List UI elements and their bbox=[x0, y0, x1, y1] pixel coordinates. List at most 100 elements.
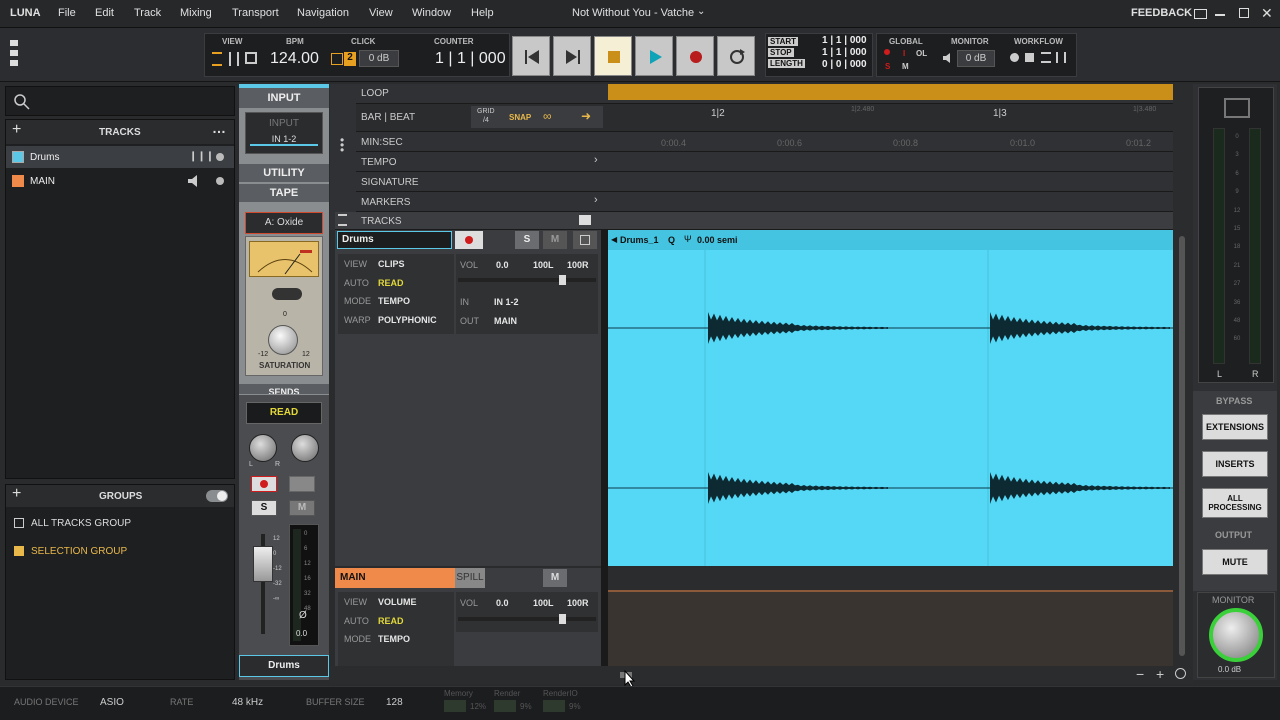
bpm-value[interactable]: 124.00 bbox=[270, 50, 319, 68]
tracks-menu-icon[interactable] bbox=[338, 214, 347, 226]
groups-toggle[interactable] bbox=[206, 490, 228, 502]
clip-quantize[interactable]: Q bbox=[668, 235, 675, 245]
global-ol-button[interactable]: OL bbox=[916, 49, 927, 58]
clip-name[interactable]: Drums_1 bbox=[620, 235, 659, 245]
view-value[interactable]: VOLUME bbox=[378, 597, 417, 607]
monitor-volume[interactable]: 0 dB bbox=[957, 50, 995, 67]
click-volume[interactable]: 0 dB bbox=[359, 50, 399, 67]
record-button[interactable] bbox=[676, 36, 714, 76]
workflow-list-icon[interactable] bbox=[1041, 52, 1051, 63]
volume-slider-handle[interactable] bbox=[559, 275, 566, 285]
track-name-field[interactable]: Drums bbox=[337, 231, 452, 249]
sidebar-toggle-icon[interactable] bbox=[10, 40, 18, 70]
track-record-button[interactable] bbox=[455, 231, 483, 249]
tape-plugin-slot[interactable]: A: Oxide bbox=[245, 212, 323, 234]
link-icon[interactable]: ∞ bbox=[543, 109, 552, 123]
play-button[interactable] bbox=[635, 36, 673, 76]
output-mute-button[interactable]: MUTE bbox=[1202, 549, 1268, 575]
view-mixer-icon[interactable] bbox=[229, 52, 239, 66]
volume-slider-handle[interactable] bbox=[559, 614, 566, 624]
audio-clip[interactable]: ◀ Drums_1 Q Ψ 0.00 semi bbox=[608, 230, 1173, 566]
menu-view[interactable]: View bbox=[369, 7, 393, 19]
track-record-button[interactable] bbox=[251, 476, 277, 492]
forward-button[interactable] bbox=[553, 36, 591, 76]
stop-button[interactable] bbox=[594, 36, 632, 76]
menu-navigation[interactable]: Navigation bbox=[297, 7, 349, 19]
track-visibility-dot[interactable] bbox=[216, 153, 224, 161]
workflow-grid-icon[interactable] bbox=[1025, 53, 1034, 62]
clip-pitch[interactable]: 0.00 semi bbox=[697, 235, 738, 245]
fader-value[interactable]: 0.0 bbox=[296, 629, 307, 638]
metronome-icon[interactable] bbox=[331, 53, 343, 65]
markers-ruler[interactable]: MARKERS › bbox=[356, 192, 1173, 212]
track-input-button[interactable] bbox=[289, 476, 315, 492]
chevron-down-icon[interactable]: ⌄ bbox=[697, 6, 705, 17]
ruler-menu-icon[interactable]: • • • bbox=[340, 134, 344, 156]
menu-mixing[interactable]: Mixing bbox=[180, 7, 212, 19]
vol-value[interactable]: 0.0 bbox=[496, 598, 509, 608]
feedback-button[interactable]: FEEDBACK bbox=[1131, 7, 1192, 19]
mute-button[interactable]: M bbox=[543, 569, 567, 587]
volume-slider[interactable] bbox=[458, 617, 596, 621]
solo-button[interactable]: S bbox=[251, 500, 277, 516]
spill-button[interactable]: SPILL bbox=[455, 568, 485, 588]
length-value[interactable]: 0 | 0 | 000 bbox=[822, 59, 867, 70]
audio-device-value[interactable]: ASIO bbox=[100, 697, 124, 708]
grid-value[interactable]: /4 bbox=[483, 117, 489, 124]
menu-edit[interactable]: Edit bbox=[95, 7, 114, 19]
pan-left-value[interactable]: 100L bbox=[533, 598, 554, 608]
monitor-knob[interactable] bbox=[1209, 608, 1263, 662]
mode-value[interactable]: TEMPO bbox=[378, 634, 410, 644]
tuning-fork-icon[interactable]: Ψ bbox=[684, 234, 692, 244]
more-options-icon[interactable]: … bbox=[212, 120, 226, 136]
tempo-ruler[interactable]: TEMPO › bbox=[356, 152, 1173, 172]
pan-right-value[interactable]: 100R bbox=[567, 598, 589, 608]
global-record-icon[interactable] bbox=[884, 49, 890, 55]
add-track-button[interactable]: + bbox=[12, 121, 21, 139]
input-value[interactable]: IN 1-2 bbox=[250, 134, 318, 146]
vol-value[interactable]: 0.0 bbox=[496, 260, 509, 270]
menu-help[interactable]: Help bbox=[471, 7, 494, 19]
track-height-icon[interactable] bbox=[579, 215, 591, 225]
zoom-in-icon[interactable]: + bbox=[1156, 666, 1164, 682]
pan-right-knob[interactable] bbox=[291, 434, 319, 462]
auto-value[interactable]: READ bbox=[378, 278, 404, 288]
warp-value[interactable]: POLYPHONIC bbox=[378, 315, 437, 325]
rewind-button[interactable] bbox=[512, 36, 550, 76]
pan-left-value[interactable]: 100L bbox=[533, 260, 554, 270]
bypass-all-processing-button[interactable]: ALL PROCESSING bbox=[1202, 488, 1268, 518]
view-value[interactable]: CLIPS bbox=[378, 259, 405, 269]
track-list-item[interactable]: MAIN bbox=[6, 170, 234, 192]
bypass-extensions-button[interactable]: EXTENSIONS bbox=[1202, 414, 1268, 440]
feedback-icon[interactable] bbox=[1194, 9, 1207, 19]
bypass-inserts-button[interactable]: INSERTS bbox=[1202, 451, 1268, 477]
output-value[interactable]: MAIN bbox=[494, 316, 517, 326]
add-group-button[interactable]: + bbox=[12, 485, 21, 503]
loop-button[interactable] bbox=[717, 36, 755, 76]
menu-transport[interactable]: Transport bbox=[232, 7, 279, 19]
click-count[interactable]: 2 bbox=[344, 52, 356, 66]
horizontal-scrollbar[interactable]: − + bbox=[330, 666, 1193, 684]
input-value[interactable]: IN 1-2 bbox=[494, 297, 519, 307]
group-list-item[interactable]: ALL TRACKS GROUP bbox=[6, 513, 234, 535]
global-solo-button[interactable]: S bbox=[885, 62, 890, 71]
mode-value[interactable]: TEMPO bbox=[378, 296, 410, 306]
volume-fader[interactable] bbox=[253, 546, 273, 582]
global-mute-button[interactable]: M bbox=[902, 62, 909, 71]
pan-right-value[interactable]: 100R bbox=[567, 260, 589, 270]
loop-region[interactable] bbox=[608, 84, 1173, 100]
follow-arrow-icon[interactable]: ➜ bbox=[581, 109, 591, 123]
menu-file[interactable]: File bbox=[58, 7, 76, 19]
phase-invert-button[interactable]: Ø bbox=[299, 610, 307, 621]
track-list-item[interactable]: Drums ❙❙❙ bbox=[6, 146, 234, 168]
volume-slider[interactable] bbox=[458, 278, 596, 282]
group-list-item[interactable]: SELECTION GROUP bbox=[6, 541, 234, 563]
main-automation-lane[interactable] bbox=[608, 590, 1173, 666]
app-menu[interactable]: LUNA bbox=[10, 7, 41, 19]
zoom-out-icon[interactable]: − bbox=[1136, 666, 1144, 682]
mute-button[interactable]: M bbox=[289, 500, 315, 516]
zoom-fit-icon[interactable] bbox=[1175, 668, 1186, 679]
track-name-field[interactable]: MAIN bbox=[335, 568, 455, 588]
scroll-thumb[interactable] bbox=[1179, 236, 1185, 656]
snap-toggle[interactable]: SNAP bbox=[509, 113, 531, 122]
